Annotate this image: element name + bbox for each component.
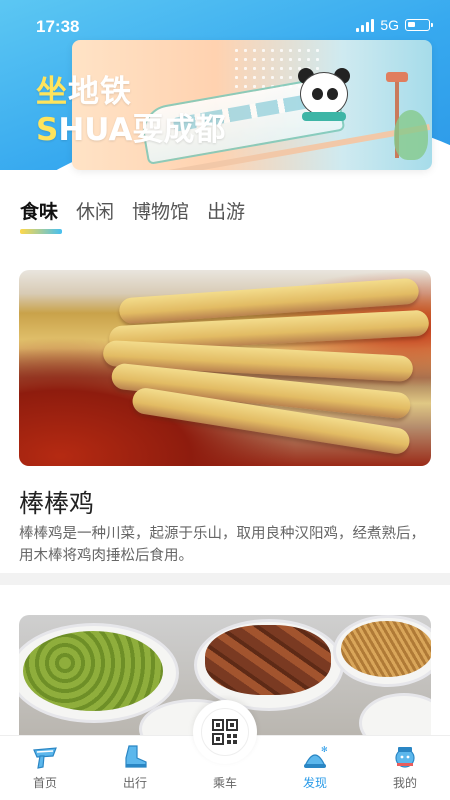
scarf-icon — [33, 747, 57, 769]
status-bar: 17:38 5G — [0, 0, 450, 44]
category-tabs: 食味 休闲 博物馆 出游 — [20, 197, 245, 234]
dish-description: 棒棒鸡是一种川菜，起源于乐山，取用良种汉阳鸡，经煮熟后，用木棒将鸡肉捶松后食用。 — [19, 526, 425, 564]
tab-museum[interactable]: 博物馆 — [132, 197, 189, 224]
tab-outing[interactable]: 出游 — [207, 197, 245, 224]
panda-mascot-icon — [294, 68, 354, 124]
snow-hat-icon: ✻ — [304, 745, 328, 768]
section-divider — [0, 573, 450, 585]
tree-illustration — [394, 110, 428, 160]
status-indicators: 5G — [356, 17, 433, 33]
tabbar-travel[interactable]: 出行 — [90, 736, 180, 800]
tabbar-home[interactable]: 首页 — [0, 736, 90, 800]
boot-icon — [125, 745, 147, 768]
tabbar-mine[interactable]: 我的 — [360, 736, 450, 800]
battery-icon — [405, 19, 433, 31]
snowman-icon — [395, 747, 415, 768]
bangbang-chicken-image[interactable] — [19, 270, 431, 466]
status-time: 17:38 — [36, 17, 80, 36]
tab-leisure[interactable]: 休闲 — [76, 197, 114, 224]
banner-headline-line2: SHUA耍成都 — [36, 112, 226, 148]
scan-ride-button[interactable] — [193, 700, 257, 764]
tab-food[interactable]: 食味 — [20, 197, 63, 234]
network-type: 5G — [380, 17, 399, 33]
dish-title[interactable]: 棒棒鸡 — [19, 484, 94, 520]
signal-icon — [356, 18, 375, 32]
qr-code-icon — [201, 708, 249, 756]
svg-text:✻: ✻ — [321, 745, 328, 754]
tabbar-discover[interactable]: ✻ 发现 — [270, 736, 360, 800]
